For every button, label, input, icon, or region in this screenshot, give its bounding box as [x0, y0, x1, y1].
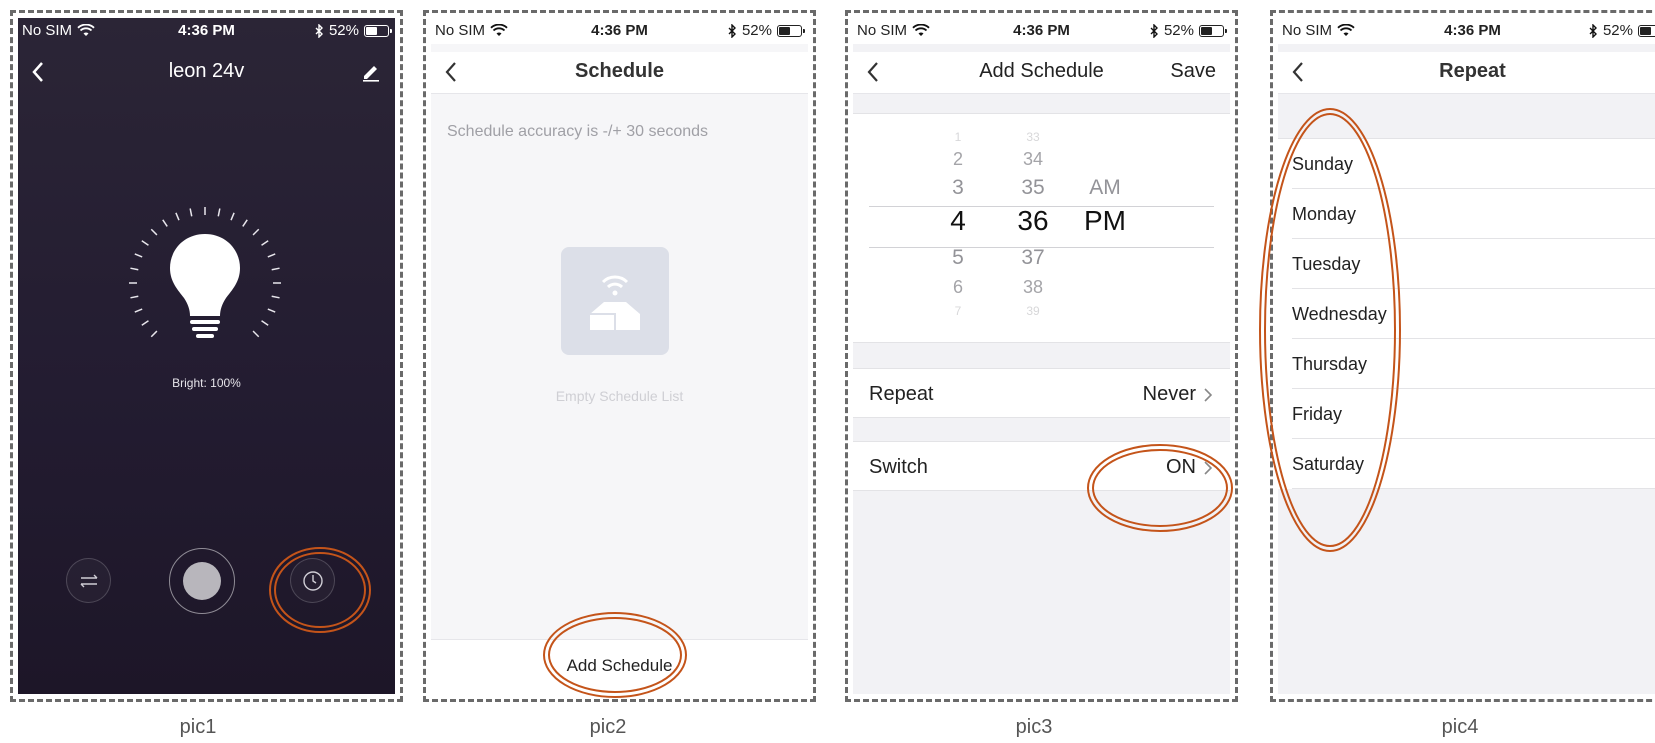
hour-option[interactable]: 6	[928, 277, 988, 298]
battery-percent: 52%	[1602, 22, 1633, 39]
minute-option[interactable]: 33	[1003, 130, 1063, 144]
nav-bar: leon 24v	[18, 52, 395, 94]
minute-option[interactable]: 34	[1003, 149, 1063, 170]
accuracy-note: Schedule accuracy is -/+ 30 seconds	[447, 123, 709, 140]
page-title: Repeat	[1439, 60, 1506, 82]
nav-bar: Schedule	[431, 52, 808, 94]
status-bar: No SIM 4:36 PM 52%	[431, 18, 808, 44]
power-knob	[183, 562, 221, 600]
battery-icon	[1638, 24, 1655, 37]
minute-option[interactable]: 36	[1003, 205, 1063, 237]
device-control-screen: No SIM 4:36 PM 52% leon 24v Bright: 100%	[18, 18, 395, 694]
period-option[interactable]: PM	[1075, 205, 1135, 237]
caption-pic3: pic3	[1015, 716, 1053, 738]
nav-bar: Repeat	[1278, 52, 1655, 94]
pic3-frame: No SIM 4:36 PM 52% Add Schedule Save 123…	[845, 10, 1238, 702]
status-bar: No SIM 4:36 PM 52%	[1278, 18, 1655, 44]
weekday-saturday[interactable]: Saturday	[1292, 439, 1655, 489]
caption-pic1: pic1	[179, 716, 217, 738]
clock-icon	[302, 570, 323, 591]
pic4-frame: No SIM 4:36 PM 52% Repeat Sunday Monday …	[1270, 10, 1655, 702]
weekday-friday[interactable]: Friday	[1292, 389, 1655, 439]
hour-option[interactable]: 7	[928, 304, 988, 318]
hour-option[interactable]: 1	[928, 130, 988, 144]
switch-value: ON	[1166, 456, 1196, 478]
battery-percent: 52%	[741, 22, 772, 39]
hour-option[interactable]: 3	[928, 176, 988, 200]
add-schedule-screen: No SIM 4:36 PM 52% Add Schedule Save 123…	[853, 18, 1230, 694]
repeat-screen: No SIM 4:36 PM 52% Repeat Sunday Monday …	[1278, 18, 1655, 694]
bluetooth-icon	[1150, 23, 1158, 38]
hour-option[interactable]: 5	[928, 246, 988, 270]
battery-icon	[777, 24, 805, 37]
schedule-timer-button[interactable]	[290, 558, 335, 603]
settings-sliders-button[interactable]	[66, 558, 111, 603]
weekday-wednesday[interactable]: Wednesday	[1292, 289, 1655, 339]
schedule-screen: No SIM 4:36 PM 52% Schedule Schedule acc…	[431, 18, 808, 694]
bulb-icon	[170, 234, 240, 316]
add-schedule-button[interactable]: Add Schedule	[431, 639, 808, 694]
device-title: leon 24v	[168, 60, 245, 82]
time-picker[interactable]: 1234567 33 34 35 36 37 38 39 AM PM	[853, 113, 1230, 343]
caption-pic2: pic2	[589, 716, 627, 738]
battery-percent: 52%	[328, 22, 359, 39]
power-toggle-button[interactable]	[169, 548, 235, 614]
page-title: Schedule	[575, 60, 664, 82]
hour-option[interactable]: 2	[928, 149, 988, 170]
bulb-dial[interactable]	[120, 198, 290, 368]
brightness-label: Bright: 100%	[172, 376, 241, 390]
bluetooth-icon	[728, 23, 736, 38]
period-option[interactable]: AM	[1075, 176, 1135, 200]
weekday-monday[interactable]: Monday	[1292, 189, 1655, 239]
hour-option[interactable]: 4	[928, 205, 988, 237]
pic2-frame: No SIM 4:36 PM 52% Schedule Schedule acc…	[423, 10, 816, 702]
edit-icon[interactable]	[361, 62, 381, 82]
sliders-icon	[80, 574, 97, 587]
weekday-sunday[interactable]: Sunday	[1292, 139, 1655, 189]
weekday-list: Sunday Monday Tuesday Wednesday Thursday…	[1278, 138, 1655, 489]
status-bar: No SIM 4:36 PM 52%	[853, 18, 1230, 44]
weekday-thursday[interactable]: Thursday	[1292, 339, 1655, 389]
save-button[interactable]: Save	[1170, 60, 1216, 83]
weekday-tuesday[interactable]: Tuesday	[1292, 239, 1655, 289]
battery-icon	[1199, 24, 1227, 37]
status-bar: No SIM 4:36 PM 52%	[18, 18, 395, 44]
minute-option[interactable]: 38	[1003, 277, 1063, 298]
repeat-row[interactable]: Repeat Never	[853, 368, 1230, 418]
switch-label: Switch	[869, 456, 928, 478]
empty-schedule-icon	[561, 247, 669, 355]
bluetooth-icon	[1589, 23, 1597, 38]
minute-option[interactable]: 35	[1003, 176, 1063, 200]
empty-list-text: Empty Schedule List	[555, 388, 684, 404]
switch-row[interactable]: Switch ON	[853, 441, 1230, 491]
repeat-value: Never	[1142, 383, 1196, 405]
battery-icon	[364, 24, 392, 37]
add-schedule-label: Add Schedule	[566, 656, 673, 675]
nav-bar: Add Schedule Save	[853, 52, 1230, 94]
battery-percent: 52%	[1163, 22, 1194, 39]
minute-option[interactable]: 39	[1003, 304, 1063, 318]
pic1-frame: No SIM 4:36 PM 52% leon 24v Bright: 100%	[10, 10, 403, 702]
chevron-right-icon	[1204, 387, 1212, 402]
chevron-right-icon	[1204, 460, 1212, 475]
bluetooth-icon	[315, 23, 323, 38]
caption-pic4: pic4	[1441, 716, 1479, 738]
minute-option[interactable]: 37	[1003, 246, 1063, 270]
repeat-label: Repeat	[869, 383, 934, 405]
